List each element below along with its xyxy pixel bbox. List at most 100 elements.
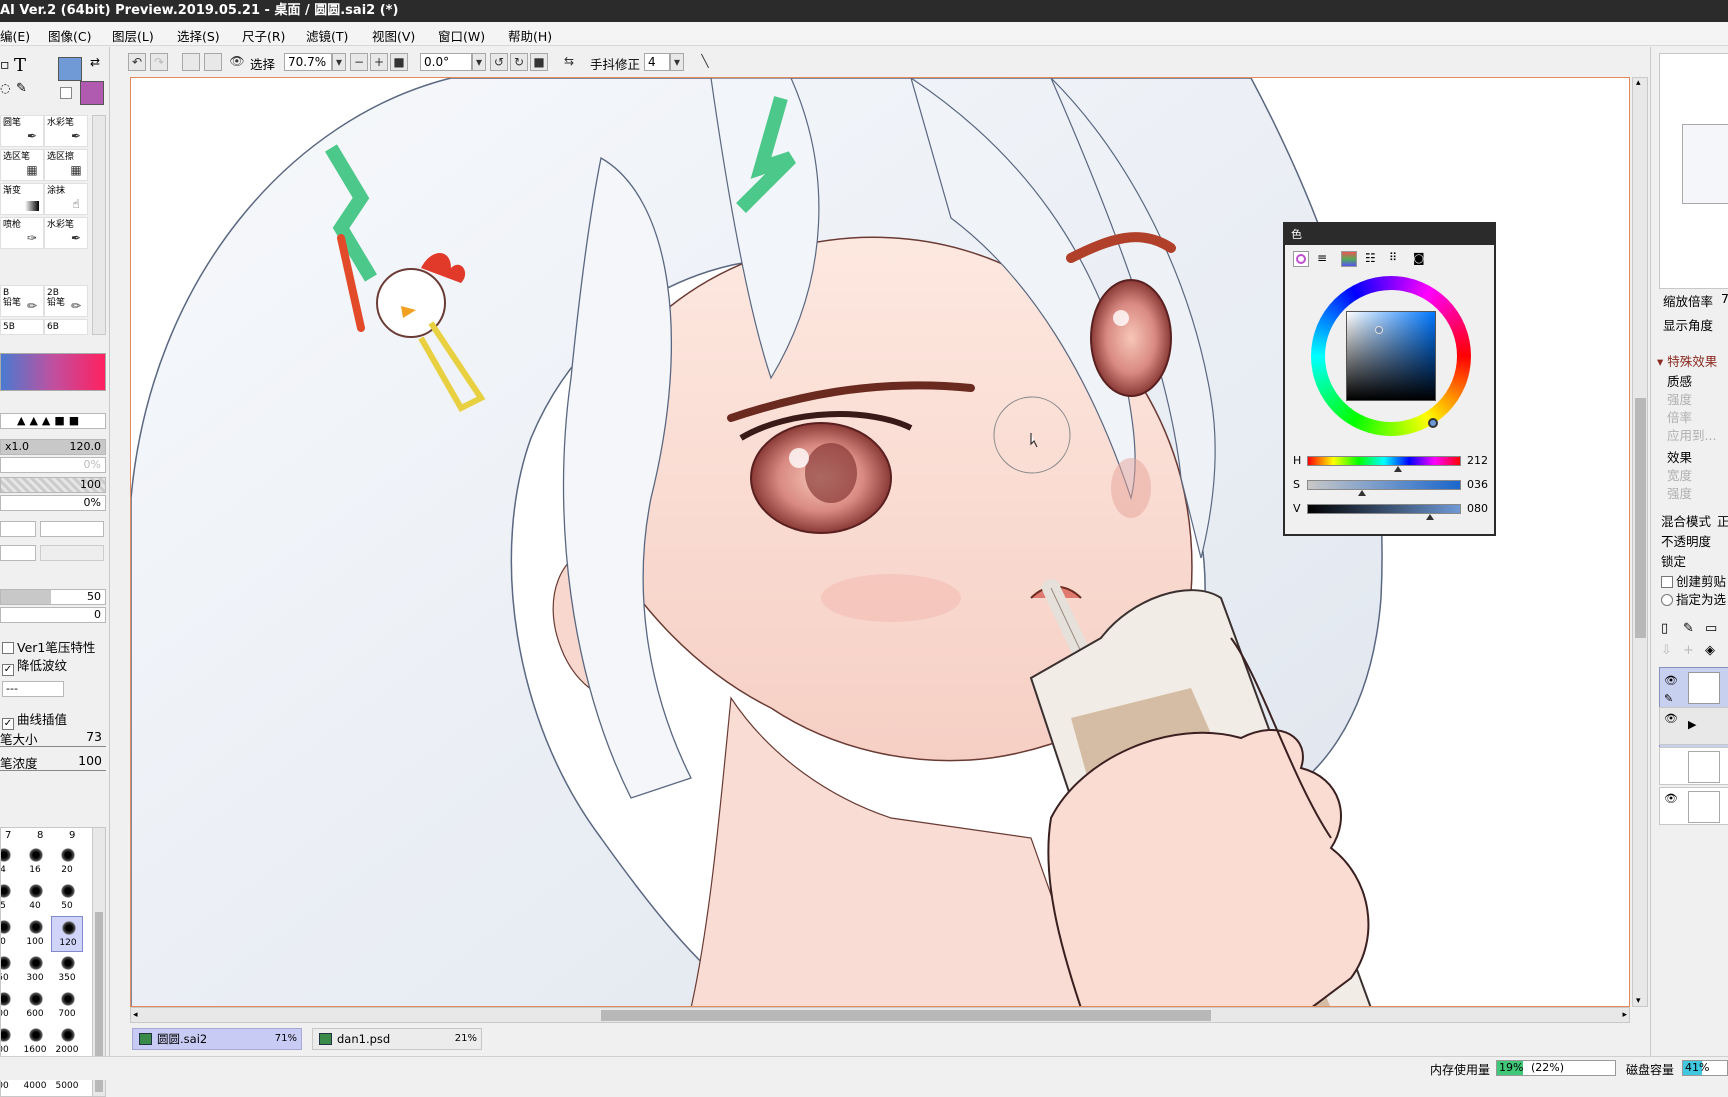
layer-item[interactable] [1659,747,1728,785]
eyedropper-icon[interactable]: ✎ [16,81,27,96]
rgb-slider-tab-icon[interactable]: ≡ [1317,251,1333,267]
scroll-left-icon[interactable]: ◂ [133,1010,138,1020]
vertical-scroll-thumb[interactable] [1635,398,1646,638]
blend-mode-value[interactable]: 正 [1717,511,1728,530]
min-size-slider[interactable]: 0% [0,457,106,473]
tool-pencil-b[interactable]: B 铅笔 ✏ [0,285,44,317]
move-tool-icon[interactable]: ▫ [0,57,10,73]
scroll-right-icon[interactable]: ▸ [1622,1010,1627,1020]
size-slider[interactable]: x1.0 120.0 [0,439,106,455]
zoom-reset-button[interactable]: ■ [390,53,408,71]
brush-size-cell[interactable]: 00 [1,988,19,1024]
blend-slider[interactable]: 50 [0,589,106,605]
color-wheel-tab-icon[interactable] [1293,251,1309,267]
menu-view[interactable]: 视图(V) [372,26,415,45]
primary-color-swatch[interactable] [58,57,82,81]
tool-select-pen[interactable]: 选区笔 ▦ [0,149,44,181]
text-tool-icon[interactable]: T [14,55,26,76]
redo-icon[interactable]: ↷ [150,53,168,71]
brush-size-cell[interactable]: 600 [19,988,51,1024]
brush-size-cell[interactable]: 100 [19,916,51,952]
new-layer-icon[interactable]: ▯ [1661,621,1668,636]
zoom-field[interactable]: 70.7% [284,53,332,71]
menu-select[interactable]: 选择(S) [177,26,220,45]
saturation-value-square[interactable] [1346,311,1436,401]
pen-size-slider[interactable]: 笔大小 73 [0,729,106,747]
menu-edit[interactable]: 编(E) [0,26,30,45]
checkbox[interactable]: ✓ [2,664,14,676]
min-density-slider[interactable]: 0% [0,495,106,511]
rotate-cw-icon[interactable]: ↻ [510,53,528,71]
tool-round-brush[interactable]: 圆笔 ✒ [0,115,44,147]
clear-layer-icon[interactable]: ◈ [1705,643,1715,658]
ver1-pressure-checkbox[interactable]: Ver1笔压特性 [2,637,95,656]
tool-scrollbar[interactable] [92,115,106,335]
brush-size-cell[interactable]: 120 [51,916,83,952]
brush-size-cell[interactable]: 1600 [19,1024,51,1060]
tool-pencil-2b[interactable]: 2B 铅笔 ✏ [44,285,88,317]
stabilizer-field[interactable]: 4 [644,53,670,71]
brush-texture-select[interactable] [0,521,36,537]
scratchpad-tab-icon[interactable]: ◙ [1413,251,1429,267]
zoom-dropdown-icon[interactable]: ▾ [332,53,346,71]
sv-marker[interactable] [1375,326,1383,334]
brush-size-cell[interactable]: 2000 [51,1024,83,1060]
brush-size-cell[interactable]: 50 [1,952,19,988]
brush-size-cell[interactable]: 5 [1,880,19,916]
tab-document-1[interactable]: 圆圆.sai2 71% [132,1028,302,1050]
zoom-out-button[interactable]: − [350,53,368,71]
curve-interp-checkbox[interactable]: ✓ 曲线插值 [2,709,67,730]
navigator[interactable] [1659,53,1728,289]
tool-gradient[interactable]: 渐变 [0,183,44,215]
dilution-slider[interactable]: 0 [0,607,106,623]
brush-size-cell[interactable]: 16 [19,844,51,880]
pen-stroke-icon[interactable]: ╲ [696,53,714,71]
swap-colors-icon[interactable]: ⇄ [90,55,100,69]
brush-size-cell[interactable]: 20 [51,844,83,880]
transfer-down-icon[interactable]: ⇩ [1661,643,1672,658]
brush-size-cell[interactable]: 700 [51,988,83,1024]
mini-color-gradient[interactable] [0,353,106,391]
horizontal-scrollbar[interactable]: ◂ ▸ [130,1007,1630,1023]
brush-size-cell[interactable]: 50 [51,880,83,916]
secondary-color-swatch[interactable] [80,81,104,105]
scroll-down-icon[interactable]: ▾ [1636,996,1641,1006]
eye-icon[interactable]: 👁 [1664,792,1678,805]
tool-airbrush[interactable]: 喷枪 ✑ [0,217,44,249]
tab-document-2[interactable]: dan1.psd 21% [312,1028,482,1050]
eye-icon[interactable]: 👁 [1664,712,1678,725]
stabilizer-dropdown-icon[interactable]: ▾ [670,53,684,71]
rotate-ccw-icon[interactable]: ↺ [490,53,508,71]
select-source-checkbox[interactable]: 指定为选 [1661,589,1726,608]
mixer-tab-icon[interactable]: ☷ [1365,251,1381,267]
pen-mode-select[interactable]: --- [2,681,64,697]
layer-folder[interactable]: 👁 ▶ [1659,707,1728,745]
eye-icon[interactable]: 👁 [228,53,246,71]
effects-header[interactable]: ▾ 特殊效果 [1657,351,1717,370]
brush-size-cell[interactable]: 0 [1,916,19,952]
rotation-field[interactable]: 0.0° [420,53,472,71]
brush-shape-selector[interactable]: ▲▲▲■■ [0,413,106,429]
rotation-reset-button[interactable]: ■ [530,53,548,71]
tool-watercolor-2[interactable]: 水彩笔 ✒ [44,217,88,249]
brush-size-cell[interactable]: 00 [1,1024,19,1060]
saturation-slider[interactable]: S 036 [1293,478,1493,496]
brush-size-cell[interactable]: 350 [51,952,83,988]
brush-size-cell[interactable]: 300 [19,952,51,988]
brush-mix-select[interactable] [0,545,36,561]
menu-window[interactable]: 窗口(W) [438,26,485,45]
tool-select-eraser[interactable]: 选区擦 ▦ [44,149,88,181]
horizontal-scroll-thumb[interactable] [601,1010,1211,1021]
layer-item[interactable]: 👁 [1659,787,1728,825]
hue-slider[interactable]: H 212 [1293,454,1493,472]
checkbox[interactable] [2,642,14,654]
value-slider[interactable]: V 080 [1293,502,1493,520]
brush-size-cell[interactable]: 40 [19,880,51,916]
drawing-canvas[interactable] [130,77,1630,1007]
folder-expand-icon[interactable]: ▶ [1688,718,1696,731]
undo-icon[interactable]: ↶ [128,53,146,71]
invert-selection-button[interactable] [204,53,222,71]
menu-ruler[interactable]: 尺子(R) [242,26,285,45]
reduce-ripple-checkbox[interactable]: ✓ 降低波纹 [2,655,67,676]
rotation-dropdown-icon[interactable]: ▾ [472,53,486,71]
